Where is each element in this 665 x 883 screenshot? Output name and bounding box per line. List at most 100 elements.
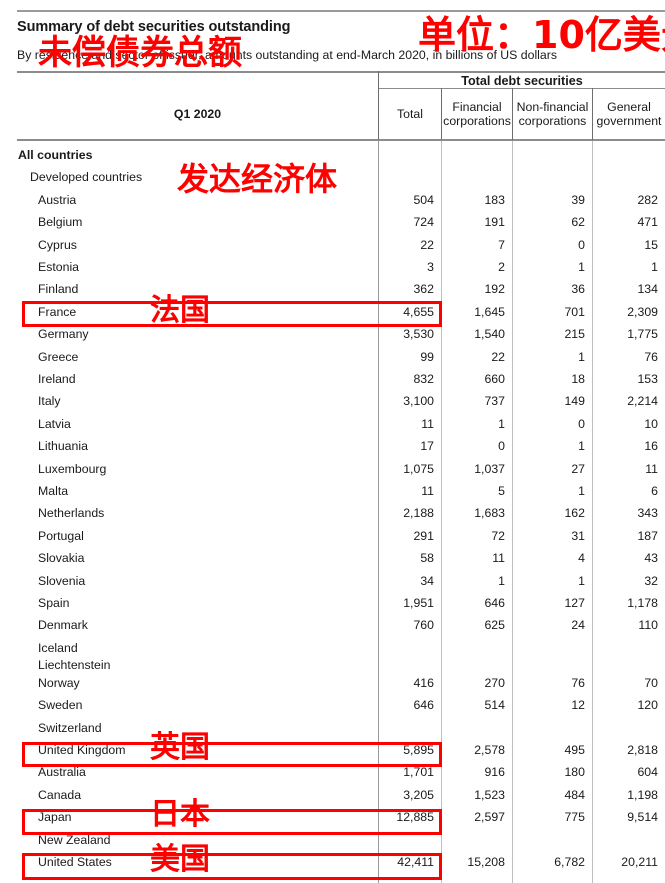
cell-government: 1,775 bbox=[627, 327, 658, 342]
cell-total: 3,205 bbox=[403, 787, 434, 802]
row-label: Latvia bbox=[38, 416, 71, 431]
cell-financial: 1 bbox=[498, 573, 505, 588]
cell-nonfinancial: 1 bbox=[578, 573, 585, 588]
row-label: Australia bbox=[38, 765, 86, 780]
cell-government: 282 bbox=[637, 192, 658, 207]
cell-government: 6 bbox=[651, 484, 658, 498]
cell-financial: 1 bbox=[498, 416, 505, 431]
cell-nonfinancial: 76 bbox=[571, 675, 585, 690]
row-label: Belgium bbox=[38, 215, 83, 230]
cell-total: 760 bbox=[413, 618, 434, 633]
table-row: Belgium 724 191 62 471 bbox=[0, 211, 665, 233]
cell-government: 120 bbox=[637, 698, 658, 713]
row-label: Developed countries bbox=[30, 170, 143, 185]
annotation-text: 未偿债券总额 bbox=[38, 33, 242, 73]
cell-government: 2,214 bbox=[627, 394, 658, 409]
annotation-text: 发达经济体 bbox=[177, 160, 338, 198]
cell-government: 1,198 bbox=[627, 787, 658, 802]
cell-total: 58 bbox=[420, 551, 434, 566]
cell-financial: 191 bbox=[484, 215, 505, 230]
cell-government: 471 bbox=[637, 215, 658, 230]
table-row: Cyprus 22 7 0 15 bbox=[0, 234, 665, 256]
cell-government: 110 bbox=[638, 618, 658, 633]
table-row: Australia 1,701 916 180 604 bbox=[0, 761, 665, 783]
cell-total: 99 bbox=[420, 349, 434, 364]
cell-financial: 7 bbox=[498, 237, 505, 252]
table-row: Luxembourg 1,075 1,037 27 11 bbox=[0, 458, 665, 480]
annotation-text: 英国 bbox=[150, 730, 210, 765]
row-label: Estonia bbox=[38, 260, 80, 274]
cell-nonfinancial: 127 bbox=[564, 596, 585, 610]
row-label: Slovenia bbox=[38, 573, 86, 588]
cell-financial: 270 bbox=[484, 675, 505, 690]
cell-total: 291 bbox=[413, 528, 434, 543]
cell-nonfinancial bbox=[513, 717, 592, 739]
table-row: Estonia 3 2 1 1 bbox=[0, 256, 665, 278]
cell-financial: 1,037 bbox=[474, 461, 505, 476]
cell-financial: 192 bbox=[484, 282, 505, 297]
cell-nonfinancial: 18 bbox=[571, 372, 585, 386]
cell-government: 604 bbox=[637, 765, 658, 780]
cell-total: 5,895 bbox=[403, 743, 434, 757]
cell-financial: 1,523 bbox=[474, 787, 505, 802]
row-label: Canada bbox=[38, 787, 82, 802]
row-label: France bbox=[38, 304, 77, 319]
cell-financial: 916 bbox=[484, 765, 505, 780]
cell-government: 10 bbox=[644, 416, 658, 431]
cell-government: 153 bbox=[637, 372, 658, 386]
cell-nonfinancial: 62 bbox=[571, 215, 585, 230]
table-row: Netherlands 2,188 1,683 162 343 bbox=[0, 502, 665, 524]
cell-government: 134 bbox=[637, 282, 658, 297]
cell-nonfinancial: 39 bbox=[571, 192, 585, 207]
cell-government: 9,514 bbox=[627, 810, 658, 825]
cell-financial: 5 bbox=[498, 484, 505, 498]
cell-government: 16 bbox=[644, 439, 658, 454]
cell-nonfinancial: 162 bbox=[564, 506, 585, 521]
row-label: Switzerland bbox=[38, 720, 102, 735]
cell-total: 504 bbox=[413, 192, 434, 207]
cell-total: 3 bbox=[427, 260, 434, 274]
cell-financial: 2,597 bbox=[474, 810, 505, 825]
table-row: Slovakia 58 11 4 43 bbox=[0, 547, 665, 569]
cell-total: 2,188 bbox=[403, 506, 434, 521]
cell-total: 724 bbox=[413, 215, 434, 230]
cell-financial bbox=[442, 829, 512, 851]
cell-financial: 22 bbox=[491, 349, 505, 364]
cell-government: 2,309 bbox=[627, 304, 658, 319]
cell-financial: 183 bbox=[484, 192, 505, 207]
cell-nonfinancial: 12 bbox=[571, 698, 585, 713]
cell-total: 4,655 bbox=[403, 304, 434, 319]
row-label: Sweden bbox=[38, 698, 83, 713]
cell-financial: 11 bbox=[492, 551, 505, 566]
document-page: Summary of debt securities outstanding B… bbox=[0, 0, 665, 883]
cell-total: 34 bbox=[420, 573, 434, 588]
cell-government: 76 bbox=[644, 349, 658, 364]
cell-total: 12,885 bbox=[396, 810, 434, 825]
table-row: New Zealand bbox=[0, 829, 665, 851]
annotation-text: 日本 bbox=[150, 797, 210, 832]
cell-total: 11 bbox=[421, 484, 434, 498]
cell-total: 11 bbox=[421, 416, 434, 431]
cell-total: 22 bbox=[420, 237, 434, 252]
cell-government: 32 bbox=[644, 573, 658, 588]
cell-nonfinancial: 4 bbox=[578, 551, 585, 566]
table-row: Japan 12,885 2,597 775 9,514 bbox=[0, 806, 665, 828]
table-row: Latvia 11 1 0 10 bbox=[0, 413, 665, 435]
cell-total: 1,701 bbox=[403, 765, 434, 780]
column-header-financial-corporations: Financial corporations bbox=[443, 100, 511, 128]
column-header-general-government: General government bbox=[596, 100, 662, 128]
cell-financial: 2,578 bbox=[474, 743, 505, 757]
cell-total: 1,075 bbox=[403, 461, 434, 476]
column-header-nonfinancial-corporations: Non-financial corporations bbox=[516, 100, 589, 128]
cell-nonfinancial: 24 bbox=[571, 618, 585, 633]
cell-nonfinancial bbox=[513, 166, 592, 188]
table-header-bottom-border bbox=[17, 139, 665, 141]
cell-total bbox=[379, 717, 441, 739]
row-label: Cyprus bbox=[38, 237, 77, 252]
cell-total bbox=[379, 829, 441, 851]
table-row: Sweden 646 514 12 120 bbox=[0, 694, 665, 716]
cell-nonfinancial: 701 bbox=[564, 304, 585, 319]
table-row: Canada 3,205 1,523 484 1,198 bbox=[0, 784, 665, 806]
cell-financial: 737 bbox=[484, 394, 505, 409]
cell-financial: 625 bbox=[484, 618, 505, 633]
